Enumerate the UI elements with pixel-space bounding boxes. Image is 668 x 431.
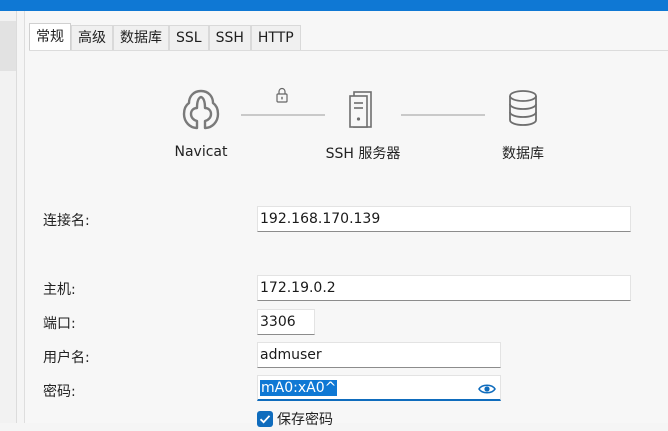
navicat-logo-icon — [182, 89, 220, 130]
password-label: 密码: — [43, 384, 76, 400]
tab-ssl[interactable]: SSL — [169, 25, 209, 50]
tab-general[interactable]: 常规 — [29, 23, 71, 50]
window-top-bar — [0, 0, 668, 11]
port-label: 端口: — [43, 316, 76, 332]
tab-database[interactable]: 数据库 — [113, 25, 169, 50]
host-label: 主机: — [43, 282, 76, 298]
show-password-eye-icon[interactable] — [478, 380, 496, 399]
connector-line-right — [401, 114, 485, 116]
tab-divider — [29, 50, 668, 51]
tab-http[interactable]: HTTP — [250, 25, 301, 50]
connection-list-pane[interactable] — [0, 11, 17, 423]
ssh-server-label: SSH 服务器 — [325, 146, 401, 162]
save-password-checkbox[interactable] — [257, 411, 273, 427]
connection-name-label: 连接名: — [43, 213, 90, 229]
tab-bar: 常规 高级 数据库 SSL SSH HTTP — [29, 23, 301, 51]
database-icon — [509, 90, 537, 126]
ssh-server-node: SSH 服务器 — [315, 89, 411, 163]
connection-diagram: Navicat SSH 服务器 数据库 — [25, 81, 665, 181]
username-label: 用户名: — [43, 350, 90, 366]
tab-advanced[interactable]: 高级 — [71, 25, 113, 50]
navicat-label: Navicat — [174, 144, 228, 160]
database-node: 数据库 — [487, 89, 559, 163]
connection-name-field[interactable]: 192.168.170.139 — [257, 206, 631, 232]
password-selected-text: mA0:xA0^ — [260, 380, 338, 396]
server-icon — [349, 91, 372, 128]
lock-icon — [275, 87, 289, 107]
username-field[interactable]: admuser — [257, 342, 501, 368]
save-password-label: 保存密码 — [277, 412, 333, 428]
tab-ssh[interactable]: SSH — [208, 25, 251, 50]
checkmark-icon — [259, 415, 271, 424]
port-field[interactable]: 3306 — [257, 309, 315, 335]
navicat-node: Navicat — [165, 87, 237, 160]
connection-properties-panel: 常规 高级 数据库 SSL SSH HTTP Navicat SSH 服务器 数… — [24, 11, 668, 428]
host-field[interactable]: 172.19.0.2 — [257, 275, 631, 301]
password-field[interactable]: mA0:xA0^ — [257, 375, 501, 401]
database-label: 数据库 — [502, 146, 544, 162]
selected-connection-item[interactable] — [0, 21, 16, 71]
connector-line-left — [241, 114, 325, 116]
